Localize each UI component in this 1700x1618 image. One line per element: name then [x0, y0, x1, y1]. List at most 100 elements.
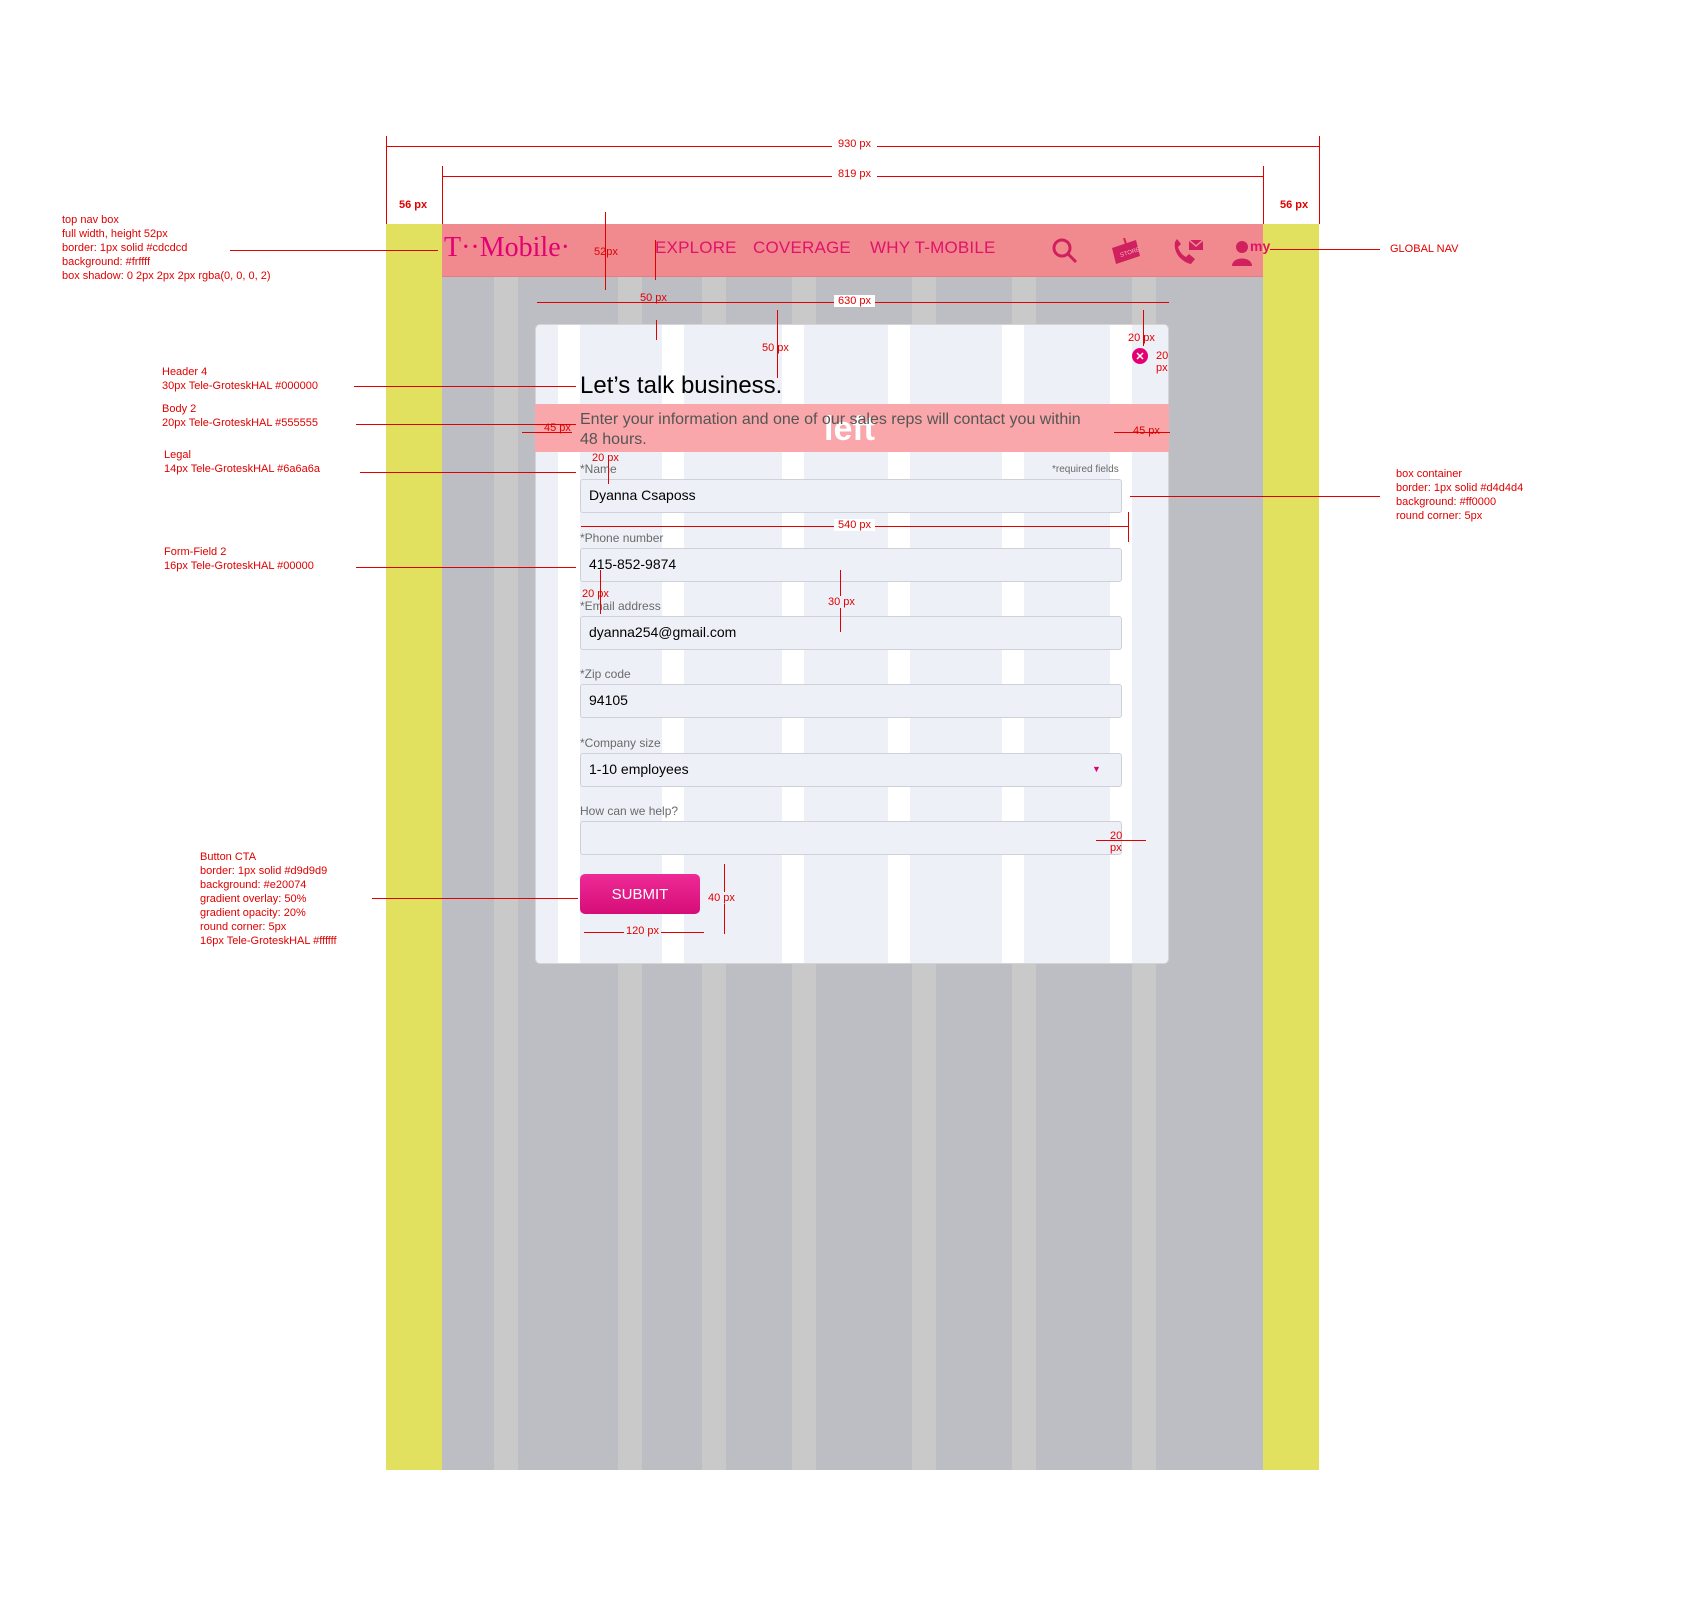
nav-item-coverage[interactable]: COVERAGE — [753, 238, 851, 258]
name-label: *Name — [580, 462, 617, 476]
phone-input[interactable]: 415-852-9874 — [580, 548, 1122, 582]
measure-630: 630 px — [834, 295, 876, 307]
company-size-label: *Company size — [580, 736, 661, 750]
measure-line — [522, 432, 572, 433]
annotation-line: 14px Tele-GroteskHAL #6a6a6a — [164, 463, 320, 475]
annotation-line: box shadow: 0 2px 2px 2px rgba(0, 0, 0, … — [62, 270, 271, 282]
annotation-arrow — [356, 567, 576, 568]
annotation-line: Legal — [164, 449, 191, 461]
annotation-line: box container — [1396, 468, 1463, 480]
annotation-nav-box: top nav box full width, height 52px bord… — [62, 213, 271, 283]
measure-line — [442, 166, 443, 224]
annotation-line: Button CTA — [200, 851, 257, 863]
chevron-down-icon: ▼ — [1092, 764, 1101, 774]
annotation-line: Header 4 — [162, 366, 208, 378]
form-subtitle: Enter your information and one of our sa… — [580, 411, 1081, 448]
form-title: Let’s talk business. — [580, 372, 783, 399]
annotation-line: Form-Field 2 — [164, 546, 227, 558]
annotation-formfield: Form-Field 2 16px Tele-GroteskHAL #00000 — [164, 545, 314, 573]
my-account-label[interactable]: my — [1250, 238, 1270, 254]
annotation-arrow — [230, 250, 438, 251]
measure-line — [1128, 512, 1129, 542]
grid-column — [494, 224, 518, 1470]
zip-value: 94105 — [589, 692, 628, 708]
annotation-arrow — [354, 386, 576, 387]
help-textarea[interactable] — [580, 821, 1122, 855]
annotation-arrow — [1130, 496, 1380, 497]
measure-40: 40 px — [708, 892, 735, 904]
annotation-line: round corner: 5px — [1396, 510, 1483, 522]
annotation-line: 16px Tele-GroteskHAL #00000 — [164, 560, 314, 572]
phone-label: *Phone number — [580, 531, 664, 545]
measure-line — [386, 136, 387, 224]
annotation-button: Button CTA border: 1px solid #d9d9d9 bac… — [200, 850, 337, 948]
measure-120: 120 px — [624, 925, 662, 937]
company-size-select[interactable]: 1-10 employees ▼ — [580, 753, 1122, 787]
tmobile-logo[interactable]: T··Mobile· — [444, 232, 570, 264]
search-icon[interactable] — [1052, 238, 1078, 264]
annotation-header4: Header 4 30px Tele-GroteskHAL #000000 — [162, 365, 318, 393]
annotation-line: background: #ff0000 — [1396, 496, 1497, 508]
phone-icon[interactable] — [1171, 238, 1205, 266]
annotation-legal: Legal 14px Tele-GroteskHAL #6a6a6a — [164, 448, 320, 476]
annotation-body2: Body 2 20px Tele-GroteskHAL #555555 — [162, 402, 318, 430]
email-input[interactable]: dyanna254@gmail.com — [580, 616, 1122, 650]
annotation-line: 20px Tele-GroteskHAL #555555 — [162, 417, 318, 429]
annotation-line: top nav box — [62, 214, 119, 226]
submit-button[interactable]: SUBMIT — [580, 874, 700, 914]
help-label: How can we help? — [580, 804, 679, 818]
measure-20-e: 20 px — [1110, 830, 1123, 854]
annotation-line: background: #frffff — [62, 256, 151, 268]
measure-line — [1263, 166, 1264, 224]
measure-540: 540 px — [834, 519, 876, 531]
measure-line — [605, 212, 606, 290]
measure-line — [655, 240, 656, 280]
measure-56-right: 56 px — [1280, 199, 1309, 211]
measure-20-c: 20 px — [592, 452, 619, 464]
annotation-global-nav: GLOBAL NAV — [1390, 243, 1459, 255]
annotation-arrow — [360, 472, 576, 473]
close-icon[interactable] — [1131, 347, 1149, 365]
measure-line — [1114, 432, 1170, 433]
name-value: Dyanna Csaposs — [589, 487, 696, 503]
measure-20-d: 20 px — [582, 588, 609, 600]
measure-56-left: 56 px — [399, 199, 428, 211]
measure-line — [656, 320, 657, 340]
annotation-line: gradient opacity: 20% — [200, 907, 306, 919]
measure-20-a: 20 px — [1128, 332, 1155, 344]
measure-930: 930 px — [832, 138, 878, 150]
measure-line — [1319, 136, 1320, 224]
name-input[interactable]: Dyanna Csaposs — [580, 479, 1122, 513]
annotation-line: border: 1px solid #d4d4d4 — [1396, 482, 1524, 494]
nav-item-why-tmobile[interactable]: WHY T-MOBILE — [870, 238, 996, 258]
nav-item-explore[interactable]: EXPLORE — [655, 238, 737, 258]
annotation-line: round corner: 5px — [200, 921, 287, 933]
measure-line — [608, 460, 609, 484]
annotation-line: border: 1px solid #d9d9d9 — [200, 865, 328, 877]
annotation-box-container: box container border: 1px solid #d4d4d4 … — [1396, 467, 1523, 523]
annotation-line: gradient overlay: 50% — [200, 893, 307, 905]
required-note: *required fields — [1052, 464, 1119, 475]
annotation-line: border: 1px solid #cdcdcd — [62, 242, 188, 254]
annotation-line: 30px Tele-GroteskHAL #000000 — [162, 380, 318, 392]
zip-input[interactable]: 94105 — [580, 684, 1122, 718]
global-nav: T··Mobile· EXPLORE COVERAGE WHY T-MOBILE… — [442, 224, 1270, 277]
annotation-line: 16px Tele-GroteskHAL #ffffff — [200, 935, 337, 947]
email-value: dyanna254@gmail.com — [589, 624, 737, 640]
annotation-arrow — [372, 898, 578, 899]
measure-50-b: 50 px — [762, 342, 789, 354]
measure-line — [600, 570, 601, 614]
measure-819: 819 px — [832, 168, 878, 180]
annotation-line: full width, height 52px — [62, 228, 168, 240]
annotation-arrow — [356, 424, 576, 425]
measure-30: 30 px — [826, 596, 857, 608]
measure-20-b: 20 px — [1156, 350, 1169, 374]
email-label: *Email address — [580, 599, 661, 613]
phone-value: 415-852-9874 — [589, 556, 677, 572]
annotation-line: Body 2 — [162, 403, 197, 415]
annotation-arrow — [1270, 249, 1380, 250]
measure-line — [1096, 840, 1146, 841]
zip-label: *Zip code — [580, 667, 631, 681]
measure-45-right: 45 px — [1133, 425, 1160, 437]
company-size-value: 1-10 employees — [589, 761, 689, 777]
